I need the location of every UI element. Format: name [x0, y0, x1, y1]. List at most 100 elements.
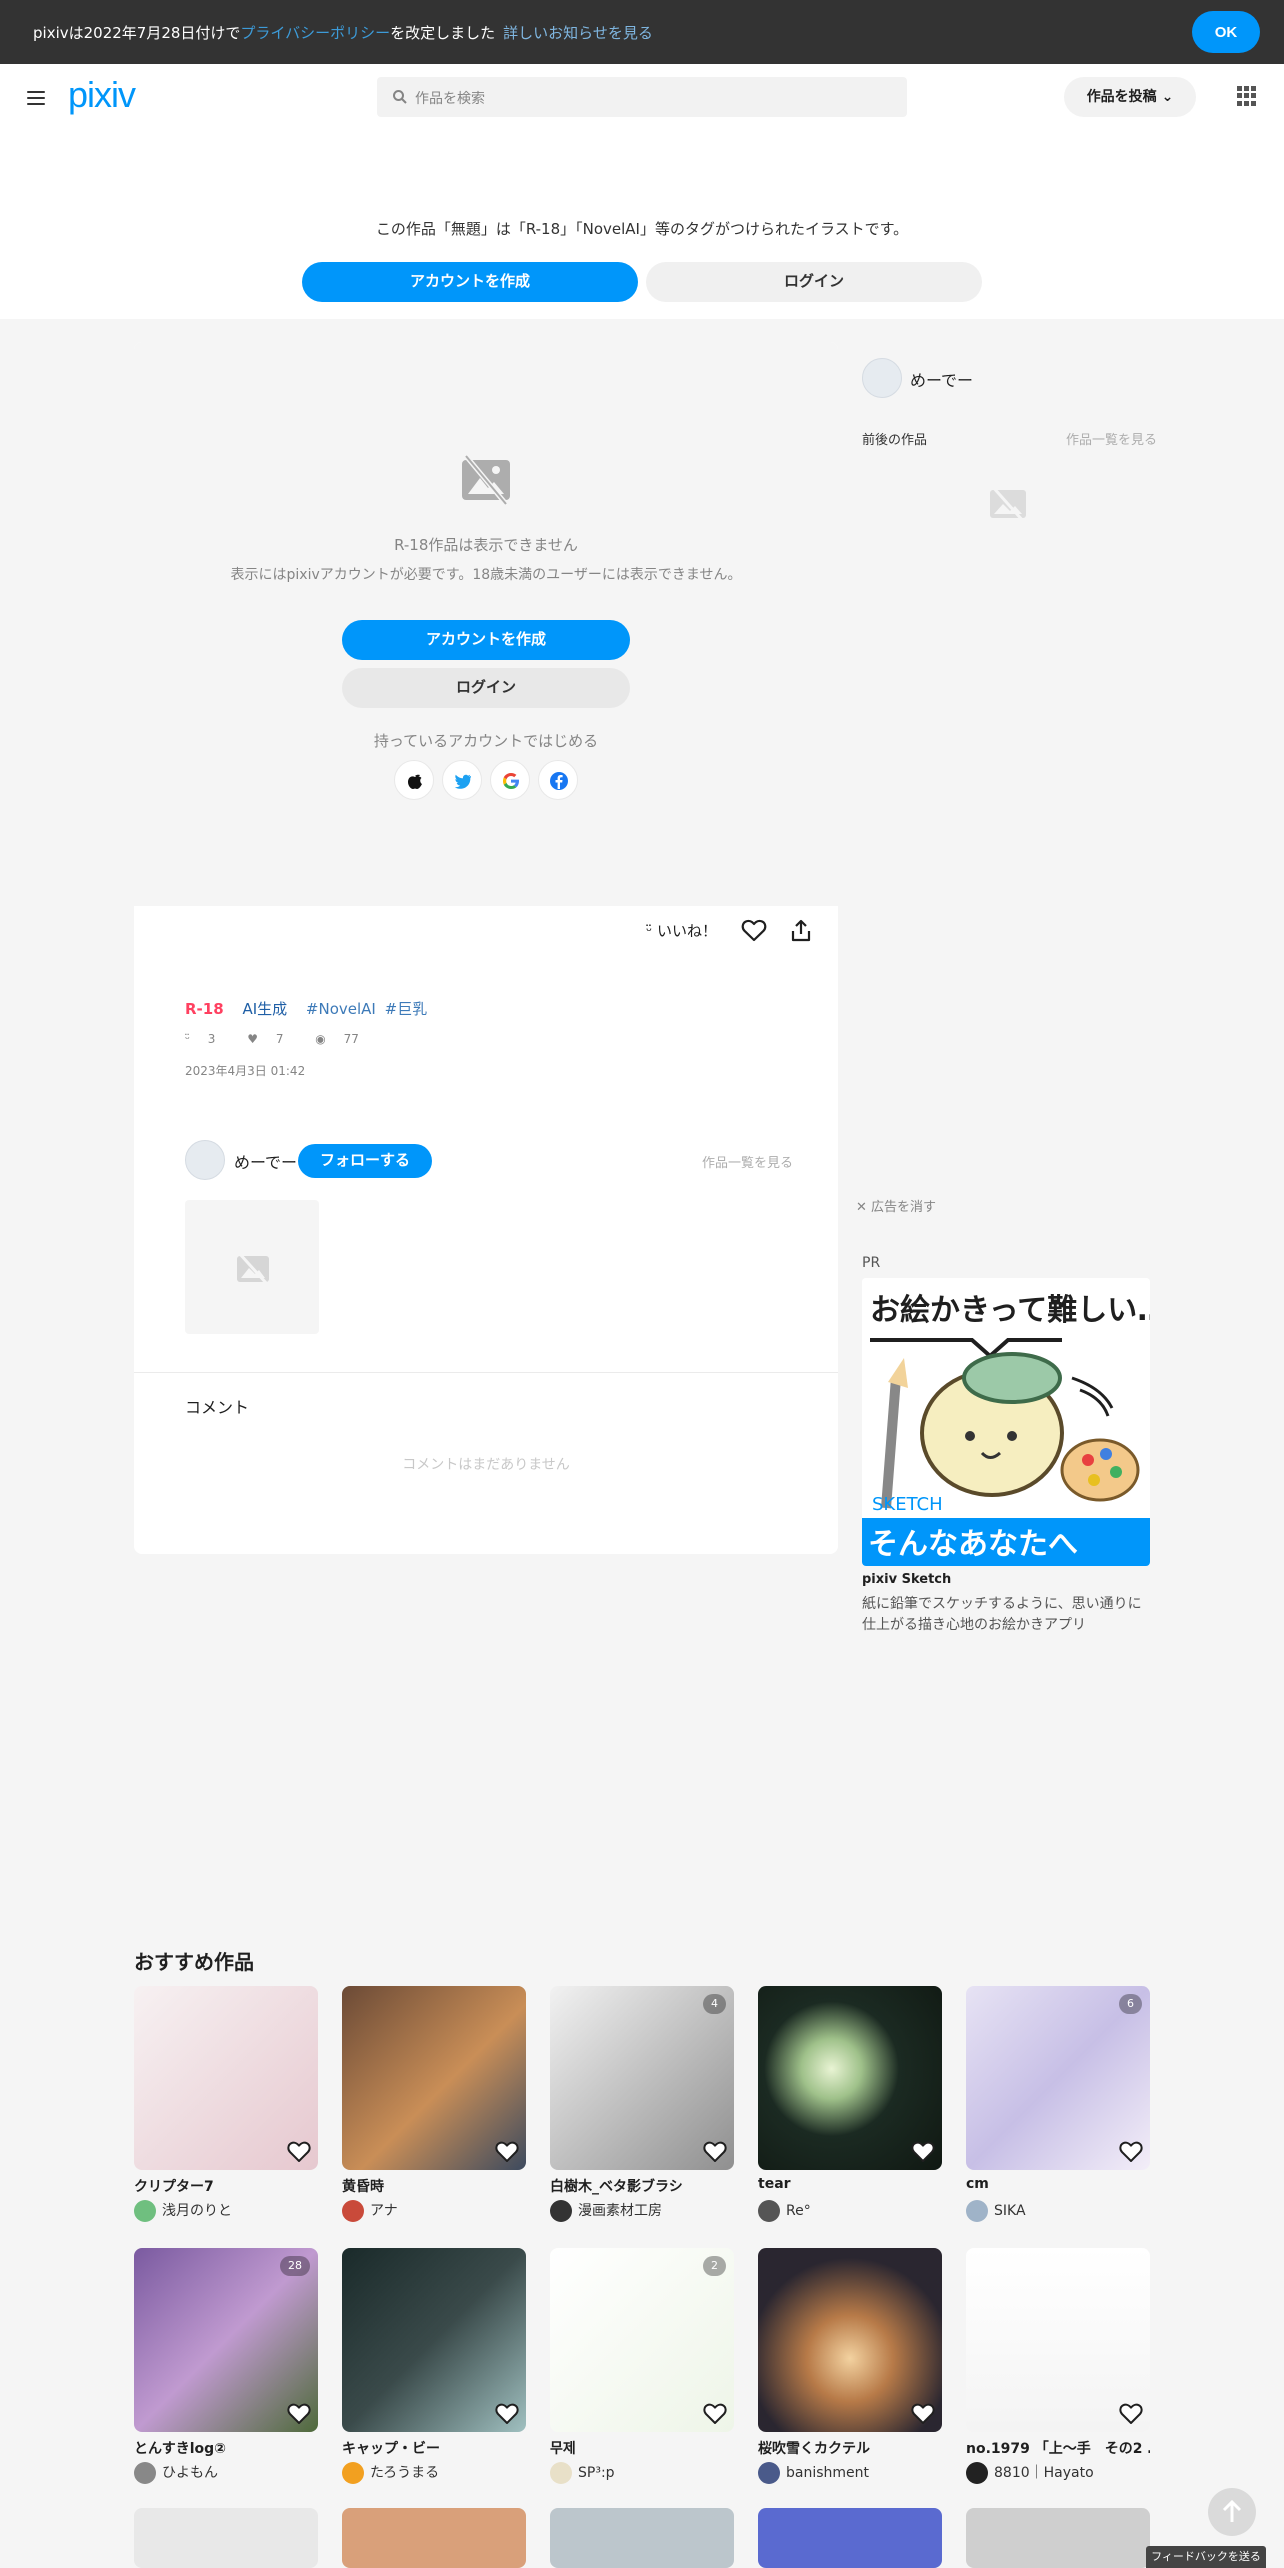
facebook-login-button[interactable]	[538, 760, 578, 800]
recommended-user[interactable]: banishment	[758, 2462, 942, 2484]
recommended-title[interactable]: 黄昏時	[342, 2176, 526, 2196]
recommended-tile-4[interactable]	[758, 1986, 942, 2170]
share-icon[interactable]	[788, 918, 814, 944]
sidebar-author-avatar[interactable]	[862, 358, 902, 398]
banner-login-button[interactable]: ログイン	[646, 262, 982, 302]
follow-button[interactable]: フォローする	[298, 1144, 432, 1178]
recommended-user[interactable]: ひよもん	[134, 2462, 318, 2484]
recommended-user[interactable]: 漫画素材工房	[550, 2200, 734, 2222]
recommended-tile-partial[interactable]	[966, 2508, 1150, 2568]
user-avatar[interactable]	[134, 2200, 156, 2222]
notice-ok-button[interactable]: OK	[1192, 11, 1260, 53]
user-avatar[interactable]	[758, 2200, 780, 2222]
user-name[interactable]: 浅月のりと	[162, 2203, 232, 2219]
recommended-tile-partial[interactable]	[758, 2508, 942, 2568]
bookmark-heart-icon[interactable]	[702, 2400, 728, 2426]
recommended-title[interactable]: クリプター7	[134, 2176, 318, 2196]
recommended-tile-6[interactable]: 28	[134, 2248, 318, 2432]
user-avatar[interactable]	[550, 2200, 572, 2222]
user-avatar[interactable]	[758, 2462, 780, 2484]
bookmark-heart-icon[interactable]	[910, 2400, 936, 2426]
bookmark-heart-icon[interactable]	[494, 2138, 520, 2164]
recommended-tile-3[interactable]: 4	[550, 1986, 734, 2170]
user-avatar[interactable]	[966, 2462, 988, 2484]
user-name[interactable]: Re°	[786, 2203, 811, 2219]
user-name[interactable]: SIKA	[994, 2203, 1026, 2219]
tag-novelai[interactable]: #NovelAI	[306, 1000, 376, 1018]
bookmark-heart-icon[interactable]	[740, 916, 768, 944]
recommended-title[interactable]: no.1979 「上〜手 その2 …	[966, 2438, 1150, 2458]
user-avatar[interactable]	[134, 2462, 156, 2484]
author-works-link[interactable]: 作品一覧を見る	[702, 1152, 793, 1171]
recommended-user[interactable]: 8810｜Hayato	[966, 2462, 1150, 2484]
recommended-tile-partial[interactable]	[342, 2508, 526, 2568]
recommended-title[interactable]: キャップ・ビー	[342, 2438, 526, 2458]
ad-close-button[interactable]: ✕ 広告を消す	[856, 1196, 936, 1215]
banner-create-account-button[interactable]: アカウントを作成	[302, 262, 638, 302]
tag-kyonyu[interactable]: #巨乳	[385, 1000, 428, 1018]
feedback-button[interactable]: フィードバックを送る	[1146, 2546, 1266, 2568]
sidebar-works-link[interactable]: 作品一覧を見る	[1066, 429, 1157, 448]
user-avatar[interactable]	[342, 2462, 364, 2484]
ad-title[interactable]: pixiv Sketch	[862, 1572, 951, 1587]
search-input[interactable]: 作品を検索	[377, 77, 907, 117]
bookmark-heart-icon[interactable]	[1118, 2400, 1144, 2426]
recommended-tile-10[interactable]	[966, 2248, 1150, 2432]
recommended-title[interactable]: 白樹木_ベタ影ブラシ	[550, 2176, 734, 2196]
author-name[interactable]: めーでー	[234, 1149, 297, 1173]
user-name[interactable]: SP³:p	[578, 2465, 615, 2481]
recommended-title[interactable]: 桜吹雪くカクテル	[758, 2438, 942, 2458]
apple-login-button[interactable]	[394, 760, 434, 800]
recommended-user[interactable]: SIKA	[966, 2200, 1150, 2222]
recommended-user[interactable]: たろうまる	[342, 2462, 526, 2484]
sidebar-author-name[interactable]: めーでー	[910, 367, 973, 391]
recommended-title[interactable]: とんすきlog②	[134, 2438, 318, 2458]
pixiv-logo[interactable]: pixiv	[68, 74, 136, 116]
recommended-user[interactable]: SP³:p	[550, 2462, 734, 2484]
user-name[interactable]: ひよもん	[162, 2465, 218, 2481]
bookmark-heart-icon[interactable]	[494, 2400, 520, 2426]
post-work-button[interactable]: 作品を投稿 ⌄	[1064, 77, 1196, 117]
recommended-title[interactable]: tear	[758, 2176, 942, 2192]
recommended-tile-2[interactable]	[342, 1986, 526, 2170]
recommended-user[interactable]: Re°	[758, 2200, 942, 2222]
user-name[interactable]: 8810｜Hayato	[994, 2465, 1094, 2481]
tag-r18[interactable]: R-18	[185, 1000, 224, 1018]
recommended-tile-9[interactable]	[758, 2248, 942, 2432]
recommended-tile-1[interactable]	[134, 1986, 318, 2170]
bookmark-heart-icon[interactable]	[910, 2138, 936, 2164]
google-login-button[interactable]	[490, 760, 530, 800]
author-avatar[interactable]	[185, 1140, 225, 1180]
author-work-thumbnail[interactable]	[185, 1200, 319, 1334]
like-button[interactable]: ᵕ̈ いいね！	[646, 920, 717, 941]
twitter-login-button[interactable]	[442, 760, 482, 800]
user-avatar[interactable]	[550, 2462, 572, 2484]
create-account-button[interactable]: アカウントを作成	[342, 620, 630, 660]
bookmark-heart-icon[interactable]	[286, 2400, 312, 2426]
recommended-tile-5[interactable]: 6	[966, 1986, 1150, 2170]
bookmark-heart-icon[interactable]	[1118, 2138, 1144, 2164]
recommended-title[interactable]: 무제	[550, 2438, 734, 2458]
login-button[interactable]: ログイン	[342, 668, 630, 708]
scroll-to-top-button[interactable]	[1208, 2488, 1256, 2536]
user-name[interactable]: たろうまる	[370, 2465, 439, 2481]
recommended-user[interactable]: アナ	[342, 2200, 526, 2222]
apps-grid-icon[interactable]	[1237, 86, 1257, 106]
privacy-policy-link[interactable]: プライバシーポリシー	[240, 24, 390, 42]
notice-more-link[interactable]: 詳しいお知らせを見る	[503, 24, 653, 42]
user-avatar[interactable]	[342, 2200, 364, 2222]
user-avatar[interactable]	[966, 2200, 988, 2222]
recommended-tile-8[interactable]: 2	[550, 2248, 734, 2432]
tag-ai-generated[interactable]: AI生成	[242, 1000, 287, 1018]
recommended-title[interactable]: cm	[966, 2176, 1150, 2192]
user-name[interactable]: アナ	[370, 2203, 398, 2219]
ad-banner[interactable]: お絵かきって難しい… SKETCH そんなあなたへ	[862, 1278, 1150, 1566]
recommended-tile-7[interactable]	[342, 2248, 526, 2432]
user-name[interactable]: banishment	[786, 2465, 869, 2481]
menu-icon[interactable]	[27, 91, 45, 105]
recommended-tile-partial[interactable]	[134, 2508, 318, 2568]
bookmark-heart-icon[interactable]	[286, 2138, 312, 2164]
recommended-tile-partial[interactable]	[550, 2508, 734, 2568]
user-name[interactable]: 漫画素材工房	[578, 2203, 662, 2219]
recommended-user[interactable]: 浅月のりと	[134, 2200, 318, 2222]
